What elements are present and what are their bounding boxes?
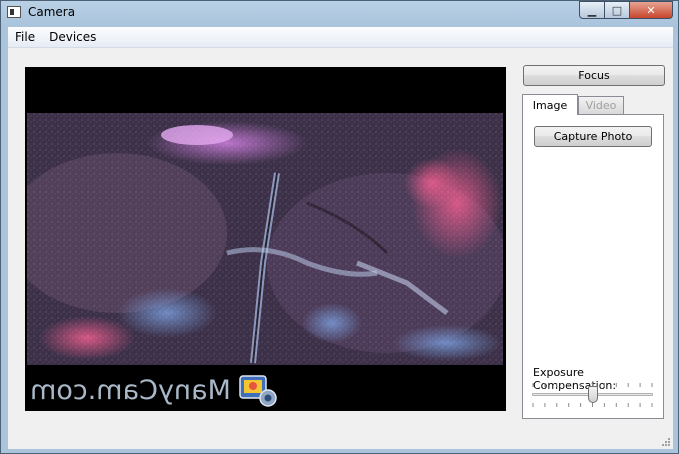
tab-video[interactable]: Video — [578, 96, 624, 114]
maximize-button[interactable]: □ — [605, 1, 630, 19]
camera-window: Camera ▁ □ ✕ File Devices ManyCam.com Fo… — [0, 0, 679, 454]
slider-handle[interactable] — [587, 386, 598, 403]
manycam-logo — [239, 375, 277, 407]
manycam-watermark: ManyCam.com — [30, 372, 279, 408]
focus-button[interactable]: Focus — [523, 65, 665, 86]
close-icon: ✕ — [646, 3, 656, 17]
title-bar[interactable]: Camera ▁ □ ✕ — [1, 1, 678, 25]
menu-file[interactable]: File — [8, 27, 42, 47]
resize-grip-icon[interactable] — [661, 437, 671, 447]
camera-viewfinder: ManyCam.com — [25, 67, 506, 411]
menu-bar: File Devices — [8, 27, 673, 48]
watermark-text: ManyCam.com — [30, 374, 231, 406]
window-controls: ▁ □ ✕ — [579, 1, 673, 19]
exposure-compensation-slider[interactable] — [532, 381, 654, 411]
menu-devices[interactable]: Devices — [42, 27, 103, 47]
minimize-button[interactable]: ▁ — [579, 1, 605, 19]
minimize-icon: ▁ — [587, 3, 597, 17]
capture-photo-button[interactable]: Capture Photo — [534, 126, 652, 147]
image-tab-panel: Capture Photo Exposure Compensation: — [522, 114, 664, 419]
close-button[interactable]: ✕ — [630, 1, 673, 19]
camera-app-icon — [7, 6, 21, 18]
camera-feed-image — [27, 113, 503, 365]
maximize-icon: □ — [611, 3, 623, 17]
window-title: Camera — [28, 5, 76, 19]
tab-image[interactable]: Image — [522, 94, 578, 115]
client-area: File Devices ManyCam.com Focus Image Vid… — [8, 27, 673, 449]
slider-ticks-bottom — [532, 403, 653, 407]
